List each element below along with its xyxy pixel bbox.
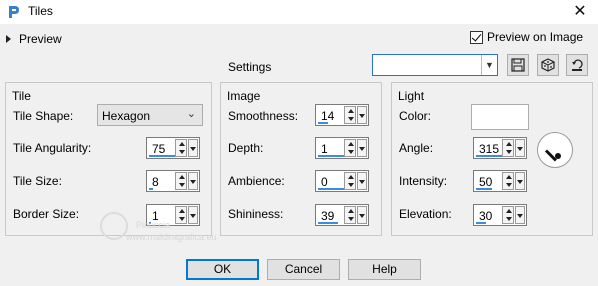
ambience-spinner[interactable]: 0 [315, 170, 369, 192]
save-icon [511, 58, 525, 72]
depth-slider-bar[interactable] [318, 155, 344, 157]
chevron-down-icon[interactable] [357, 172, 367, 190]
intensity-spinner[interactable]: 50 [473, 170, 527, 192]
dice-icon [541, 58, 555, 72]
intensity-value: 50 [479, 175, 493, 189]
up-down-arrows-icon[interactable] [344, 206, 356, 224]
angle-label: Angle: [399, 141, 434, 155]
smoothness-slider-bar[interactable] [318, 122, 328, 124]
chevron-down-icon[interactable]: ▼ [481, 55, 497, 75]
tile-size-slider-bar[interactable] [149, 188, 153, 190]
preview-on-image-label: Preview on Image [487, 30, 584, 44]
up-down-arrows-icon[interactable] [344, 139, 356, 157]
color-label: Color: [399, 109, 432, 123]
up-down-arrows-icon[interactable] [502, 172, 514, 190]
dial-needle-tip [555, 153, 561, 159]
light-color-swatch[interactable] [471, 104, 529, 130]
reset-button[interactable] [566, 54, 588, 76]
up-down-arrows-icon[interactable] [502, 206, 514, 224]
border-size-label: Border Size: [13, 207, 80, 221]
watermark: Pinuccia www.maidiragrafica.eu [96, 212, 326, 252]
elevation-spinner[interactable]: 30 [473, 204, 527, 226]
up-down-arrows-icon[interactable] [175, 172, 187, 190]
image-group-title: Image [227, 89, 261, 103]
preview-toggle[interactable]: Preview [6, 32, 62, 46]
tile-size-value: 8 [152, 175, 159, 189]
checkbox-checked-icon[interactable] [470, 30, 483, 44]
angle-slider-bar[interactable] [476, 155, 502, 157]
up-down-arrows-icon[interactable] [344, 106, 356, 124]
depth-spinner[interactable]: 1 [315, 137, 369, 159]
intensity-slider-bar[interactable] [476, 188, 492, 190]
smoothness-spinner[interactable]: 14 [315, 104, 369, 126]
preview-label: Preview [19, 32, 62, 46]
title-bar: Tiles ✕ [0, 0, 598, 24]
save-settings-button[interactable] [507, 54, 529, 76]
elevation-slider-bar[interactable] [476, 222, 486, 224]
help-button[interactable]: Help [348, 259, 421, 280]
tile-group-title: Tile [12, 89, 31, 103]
cancel-button[interactable]: Cancel [267, 259, 340, 280]
ambience-slider-bar[interactable] [318, 188, 344, 190]
smoothness-value: 14 [321, 109, 335, 123]
chevron-down-icon: ⌄ [186, 108, 196, 120]
chevron-down-icon[interactable] [515, 172, 525, 190]
tile-size-spinner[interactable]: 8 [146, 170, 200, 192]
up-down-arrows-icon[interactable] [175, 139, 187, 157]
chevron-down-icon[interactable] [515, 139, 525, 157]
up-down-arrows-icon[interactable] [502, 139, 514, 157]
tile-angularity-label: Tile Angularity: [13, 141, 92, 155]
chevron-down-icon[interactable] [188, 172, 198, 190]
preview-on-image-checkbox[interactable]: Preview on Image [470, 30, 583, 44]
elevation-label: Elevation: [399, 207, 452, 221]
tile-shape-select[interactable]: Hexagon ⌄ [97, 104, 203, 126]
window-title: Tiles [28, 4, 53, 18]
up-down-arrows-icon[interactable] [344, 172, 356, 190]
angle-spinner[interactable]: 315 [473, 137, 527, 159]
tile-angularity-slider-bar[interactable] [149, 155, 175, 157]
chevron-down-icon[interactable] [357, 139, 367, 157]
tile-shape-value: Hexagon [102, 109, 151, 123]
smoothness-label: Smoothness: [228, 109, 299, 123]
settings-combobox[interactable]: ▼ [372, 54, 498, 76]
chevron-down-icon[interactable] [515, 206, 525, 224]
tile-shape-label: Tile Shape: [13, 109, 74, 123]
angle-dial[interactable] [537, 132, 573, 168]
tile-angularity-spinner[interactable]: 75 [146, 137, 200, 159]
watermark-name: Pinuccia [136, 220, 171, 230]
randomize-button[interactable] [537, 54, 559, 76]
tile-size-label: Tile Size: [13, 174, 62, 188]
chevron-down-icon[interactable] [357, 106, 367, 124]
chevron-down-icon[interactable] [357, 206, 367, 224]
chevron-down-icon[interactable] [188, 139, 198, 157]
close-icon[interactable]: ✕ [570, 2, 590, 22]
ambience-label: Ambience: [228, 174, 285, 188]
angle-value: 315 [479, 142, 500, 156]
ambience-value: 0 [321, 175, 328, 189]
depth-value: 1 [321, 142, 328, 156]
depth-label: Depth: [228, 141, 264, 155]
expand-arrow-icon [6, 35, 11, 43]
reset-icon [572, 59, 583, 71]
app-icon [9, 6, 19, 18]
light-group-title: Light [398, 89, 425, 103]
tile-angularity-value: 75 [152, 142, 166, 156]
ok-button[interactable]: OK [186, 259, 259, 280]
elevation-value: 30 [479, 209, 493, 223]
watermark-site: www.maidiragrafica.eu [126, 232, 217, 242]
watermark-logo-icon [100, 212, 128, 240]
settings-label: Settings [228, 60, 272, 74]
intensity-label: Intensity: [399, 174, 448, 188]
